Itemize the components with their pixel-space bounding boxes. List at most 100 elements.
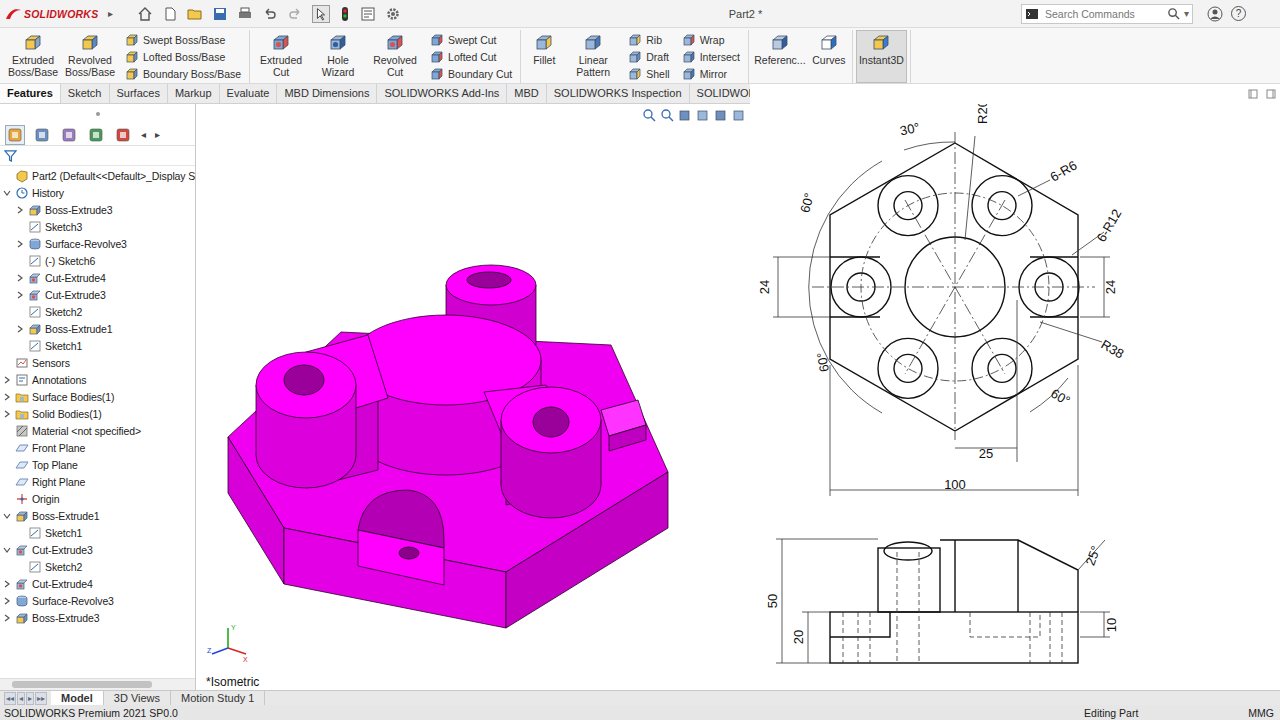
tree-item[interactable]: Cut-Extrude4: [0, 575, 195, 592]
ribbon-button[interactable]: Intersect: [679, 48, 743, 65]
view-tool-icon[interactable]: [732, 108, 746, 122]
tab-scroll-button[interactable]: ▸: [155, 129, 160, 140]
model-tab[interactable]: Model: [51, 691, 104, 705]
print-icon[interactable]: [237, 6, 253, 22]
tree-item[interactable]: Cut-Extrude4: [0, 269, 195, 286]
tree-item[interactable]: Origin: [0, 490, 195, 507]
expand-toggle[interactable]: [15, 206, 25, 214]
solidworks-logo[interactable]: SOLIDWORKS▸: [4, 7, 121, 21]
expand-toggle[interactable]: [15, 240, 25, 248]
ribbon-button[interactable]: Swept Cut: [427, 31, 515, 48]
ribbon-button[interactable]: Referenc...: [752, 30, 808, 83]
expand-toggle[interactable]: [2, 393, 12, 401]
graphics-area[interactable]: YXZ*Isometric: [196, 104, 750, 690]
options-gear-icon[interactable]: [385, 6, 401, 22]
expand-toggle[interactable]: [2, 580, 12, 588]
tree-item[interactable]: Boss-Extrude1: [0, 320, 195, 337]
ribbon-button[interactable]: Swept Boss/Base: [122, 31, 244, 48]
rebuild-icon[interactable]: [339, 6, 351, 22]
part-model[interactable]: [196, 104, 750, 690]
expand-toggle[interactable]: [15, 274, 25, 282]
ribbon-button[interactable]: Extruded Boss/Base: [5, 30, 61, 83]
tree-item[interactable]: Sketch1: [0, 524, 195, 541]
expand-toggle[interactable]: [2, 614, 12, 622]
ribbon-button[interactable]: Rib: [625, 31, 672, 48]
tree-item[interactable]: Boss-Extrude3: [0, 609, 195, 626]
command-tab[interactable]: Markup: [168, 84, 220, 103]
home-icon[interactable]: [137, 6, 153, 22]
command-tab[interactable]: MBD Dimensions: [277, 84, 377, 103]
ribbon-button[interactable]: Draft: [625, 48, 672, 65]
ribbon-button[interactable]: Fillet: [524, 30, 564, 83]
tree-item[interactable]: Sketch3: [0, 218, 195, 235]
new-document-icon[interactable]: [162, 6, 178, 22]
ribbon-button[interactable]: Boundary Cut: [427, 65, 515, 82]
view-tool-icon[interactable]: [660, 108, 674, 122]
tree-item[interactable]: History: [0, 184, 195, 201]
command-tab[interactable]: Sketch: [61, 84, 110, 103]
command-tab[interactable]: SOLIDWORKS Inspection: [547, 84, 690, 103]
panel-grip[interactable]: [0, 104, 195, 124]
tree-item[interactable]: Boss-Extrude1: [0, 507, 195, 524]
ribbon-button[interactable]: Revolved Cut: [367, 30, 423, 83]
tree-item[interactable]: Boss-Extrude3: [0, 201, 195, 218]
tree-item[interactable]: Sensors: [0, 354, 195, 371]
ribbon-button[interactable]: Boundary Boss/Base: [122, 65, 244, 82]
tab-nav-button[interactable]: ◂: [17, 692, 25, 705]
tree-item[interactable]: Surface Bodies(1): [0, 388, 195, 405]
restore-panel-icon[interactable]: [1248, 89, 1258, 99]
tree-item[interactable]: Cut-Extrude3: [0, 541, 195, 558]
command-tab[interactable]: SOLIDWORKS CAM: [690, 84, 750, 103]
ribbon-button[interactable]: Instant3D: [856, 30, 907, 83]
tree-item[interactable]: Material <not specified>: [0, 422, 195, 439]
expand-toggle[interactable]: [2, 410, 12, 418]
ribbon-button[interactable]: Extruded Cut: [253, 30, 309, 83]
command-tab[interactable]: MBD: [507, 84, 546, 103]
view-tool-icon[interactable]: [714, 108, 728, 122]
expand-toggle[interactable]: [2, 597, 12, 605]
redo-icon[interactable]: [287, 6, 303, 22]
tree-item[interactable]: Solid Bodies(1): [0, 405, 195, 422]
tab-nav-button[interactable]: ▸▸: [35, 692, 47, 705]
menu-arrow[interactable]: ▸: [108, 8, 113, 19]
tree-item[interactable]: Top Plane: [0, 456, 195, 473]
horizontal-scrollbar[interactable]: [0, 678, 195, 690]
ribbon-button[interactable]: Wrap: [679, 31, 743, 48]
search-input[interactable]: [1043, 7, 1163, 21]
ribbon-button[interactable]: Mirror: [679, 65, 743, 82]
filter-funnel-icon[interactable]: [4, 149, 17, 162]
select-arrow-icon[interactable]: [312, 5, 330, 23]
magnifier-icon[interactable]: [1167, 7, 1180, 20]
model-tab[interactable]: 3D Views: [104, 691, 171, 705]
ribbon-button[interactable]: Revolved Boss/Base: [62, 30, 118, 83]
command-tab[interactable]: SOLIDWORKS Add-Ins: [377, 84, 507, 103]
help-button[interactable]: ?: [1231, 6, 1246, 21]
command-tab[interactable]: Surfaces: [110, 84, 168, 103]
command-tab[interactable]: Features: [0, 84, 61, 103]
view-tool-icon[interactable]: [678, 108, 692, 122]
unit-system[interactable]: MMG: [1248, 707, 1276, 719]
undo-icon[interactable]: [262, 6, 278, 22]
manager-tab-icon[interactable]: [60, 126, 78, 144]
tree-item[interactable]: Sketch2: [0, 303, 195, 320]
tree-item[interactable]: Surface-Revolve3: [0, 592, 195, 609]
search-dropdown[interactable]: ▾: [1184, 8, 1189, 19]
command-tab[interactable]: Evaluate: [220, 84, 278, 103]
expand-toggle[interactable]: [15, 325, 25, 333]
open-folder-icon[interactable]: [187, 6, 203, 22]
ribbon-button[interactable]: Lofted Cut: [427, 48, 515, 65]
view-tool-icon[interactable]: [696, 108, 710, 122]
tab-nav-button[interactable]: ◂◂: [4, 692, 16, 705]
save-icon[interactable]: [212, 6, 228, 22]
ribbon-button[interactable]: Curves: [809, 30, 849, 83]
ribbon-button[interactable]: Linear Pattern: [565, 30, 621, 83]
tab-scroll-button[interactable]: ◂: [141, 129, 146, 140]
ribbon-button[interactable]: Hole Wizard: [310, 30, 366, 83]
model-tab[interactable]: Motion Study 1: [171, 691, 265, 705]
ribbon-button[interactable]: Lofted Boss/Base: [122, 48, 244, 65]
expand-toggle[interactable]: [2, 512, 12, 520]
manager-tab-icon[interactable]: [87, 126, 105, 144]
tree-item[interactable]: Sketch1: [0, 337, 195, 354]
expand-toggle[interactable]: [2, 189, 12, 197]
manager-tab-icon[interactable]: [6, 126, 24, 144]
